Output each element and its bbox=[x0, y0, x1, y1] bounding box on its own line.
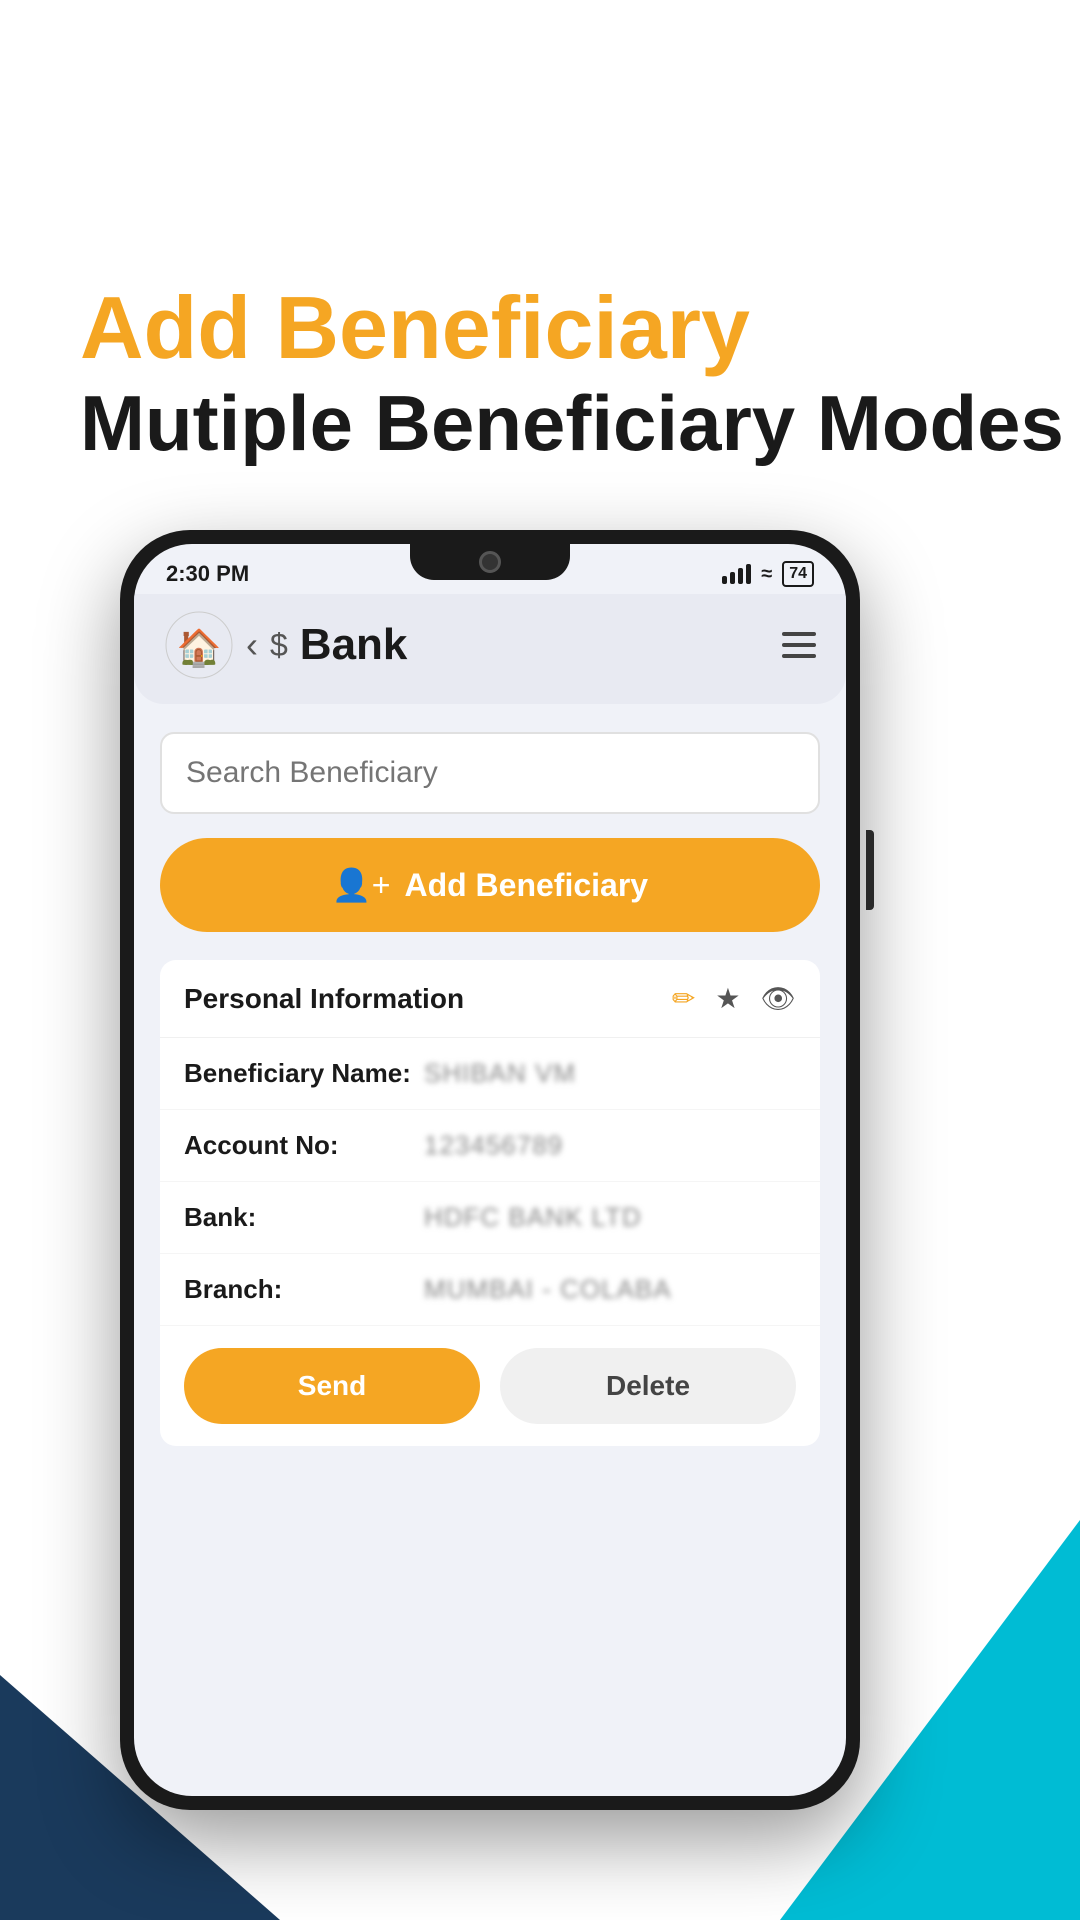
status-time: 2:30 PM bbox=[166, 561, 249, 587]
bank-row: Bank: HDFC BANK LTD bbox=[160, 1182, 820, 1254]
menu-button[interactable] bbox=[782, 632, 816, 658]
app-header-left: 🏠 ‹ $ Bank bbox=[164, 610, 407, 680]
star-icon[interactable]: ★ bbox=[715, 982, 740, 1015]
eye-icon[interactable]: 👁 bbox=[760, 982, 796, 1015]
phone-side-button bbox=[866, 830, 874, 910]
card-header: Personal Information ✏ ★ 👁 bbox=[160, 960, 820, 1038]
beneficiary-name-row: Beneficiary Name: SHIBAN VM bbox=[160, 1038, 820, 1110]
dollar-icon: $ bbox=[270, 627, 288, 664]
add-beneficiary-button[interactable]: 👤+ Add Beneficiary bbox=[160, 838, 820, 932]
card-actions: Send Delete bbox=[160, 1326, 820, 1446]
bank-label: Bank: bbox=[184, 1202, 424, 1233]
status-icons: ≈ 74 bbox=[722, 561, 814, 587]
card-section-title: Personal Information bbox=[184, 983, 464, 1015]
send-button[interactable]: Send bbox=[184, 1348, 480, 1424]
account-no-label: Account No: bbox=[184, 1130, 424, 1161]
wifi-icon: ≈ bbox=[761, 563, 772, 586]
app-logo: 🏠 bbox=[164, 610, 234, 680]
hamburger-line-3 bbox=[782, 654, 816, 658]
branch-label: Branch: bbox=[184, 1274, 424, 1305]
bank-value: HDFC BANK LTD bbox=[424, 1202, 642, 1233]
header-section: Add Beneficiary Mutiple Beneficiary Mode… bbox=[80, 280, 1064, 470]
delete-button[interactable]: Delete bbox=[500, 1348, 796, 1424]
search-input[interactable] bbox=[186, 756, 794, 790]
header-title-line1: Add Beneficiary bbox=[80, 280, 1064, 377]
svg-text:🏠: 🏠 bbox=[177, 627, 222, 668]
phone-mockup: 2:30 PM ≈ 74 bbox=[120, 530, 860, 1810]
branch-row: Branch: MUMBAI - COLABA bbox=[160, 1254, 820, 1326]
account-no-row: Account No: 123456789 bbox=[160, 1110, 820, 1182]
phone-notch bbox=[410, 544, 570, 580]
card-header-icons: ✏ ★ 👁 bbox=[672, 982, 796, 1015]
phone-content: 👤+ Add Beneficiary Personal Information … bbox=[134, 704, 846, 1474]
search-container bbox=[160, 732, 820, 814]
phone-outer: 2:30 PM ≈ 74 bbox=[120, 530, 860, 1810]
hamburger-line-1 bbox=[782, 632, 816, 636]
add-beneficiary-label: Add Beneficiary bbox=[404, 867, 648, 904]
account-no-value: 123456789 bbox=[424, 1130, 563, 1161]
beneficiary-name-label: Beneficiary Name: bbox=[184, 1058, 424, 1089]
app-title: Bank bbox=[300, 620, 408, 670]
phone-camera bbox=[479, 551, 501, 573]
battery-level: 74 bbox=[789, 565, 807, 582]
edit-icon[interactable]: ✏ bbox=[672, 982, 695, 1015]
person-add-icon: 👤+ bbox=[332, 866, 391, 904]
phone-screen: 2:30 PM ≈ 74 bbox=[134, 544, 846, 1796]
beneficiary-name-value: SHIBAN VM bbox=[424, 1058, 576, 1089]
personal-info-card: Personal Information ✏ ★ 👁 Beneficiary N… bbox=[160, 960, 820, 1446]
app-header: 🏠 ‹ $ Bank bbox=[134, 594, 846, 704]
back-button[interactable]: ‹ bbox=[246, 624, 258, 666]
branch-value: MUMBAI - COLABA bbox=[424, 1274, 672, 1305]
battery-indicator: 74 bbox=[782, 561, 814, 587]
hamburger-line-2 bbox=[782, 643, 816, 647]
header-title-line2: Mutiple Beneficiary Modes bbox=[80, 377, 1064, 471]
signal-icon bbox=[722, 564, 751, 584]
